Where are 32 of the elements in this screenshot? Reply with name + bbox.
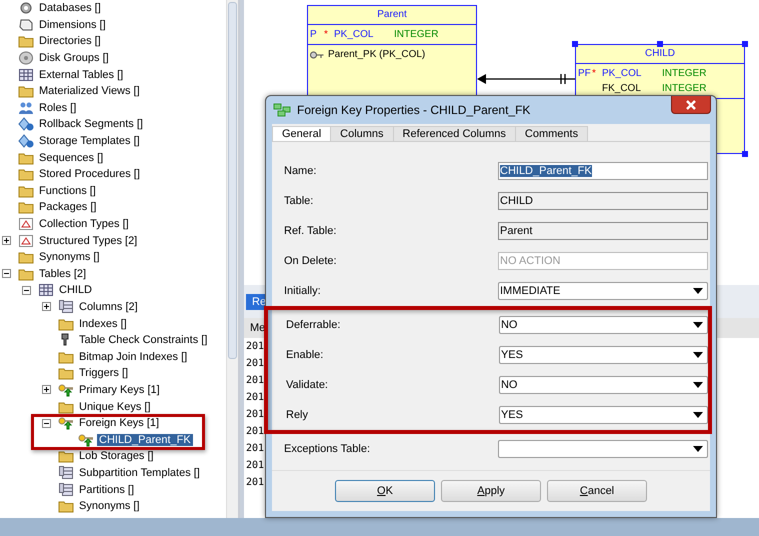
field-label: Table: xyxy=(284,195,314,207)
log-line: 201 xyxy=(246,476,264,490)
table-name: Parent xyxy=(308,6,476,25)
field-label: Ref. Table: xyxy=(284,225,338,237)
log-line: 201 xyxy=(246,357,264,371)
field-label: Validate: xyxy=(286,379,329,391)
required-mark-label: * xyxy=(592,68,596,79)
log-line: 201 xyxy=(246,374,264,388)
field-label: Enable: xyxy=(286,349,324,361)
log-line: 201 xyxy=(246,391,264,405)
column-name: FK_COL xyxy=(602,83,642,94)
column-name: PK_COL xyxy=(602,68,642,79)
column-type: INTEGER xyxy=(662,68,706,79)
key-flag-label: P xyxy=(310,29,317,40)
field-label: Exceptions Table: xyxy=(284,443,372,455)
required-mark-label: * xyxy=(324,29,328,40)
field-label: Name: xyxy=(284,165,318,177)
field-label: On Delete: xyxy=(284,255,338,267)
log-line: 201 xyxy=(246,340,264,354)
window-title: Foreign Key Properties - CHILD_Parent_FK xyxy=(297,103,530,117)
log-line: 201 xyxy=(246,442,264,456)
field-label: Deferrable: xyxy=(286,319,342,331)
field-label: Initially: xyxy=(284,285,322,297)
column-type: INTEGER xyxy=(394,29,438,40)
column-type: INTEGER xyxy=(662,83,706,94)
key-flag-label: PF xyxy=(578,68,591,79)
log-line: 201 xyxy=(246,425,264,439)
log-line: 201 xyxy=(246,408,264,422)
column-name: PK_COL xyxy=(334,29,374,40)
field-label: Rely xyxy=(286,409,310,421)
key-name: Parent_PK (PK_COL) xyxy=(328,49,426,60)
log-line: 201 xyxy=(246,459,264,473)
